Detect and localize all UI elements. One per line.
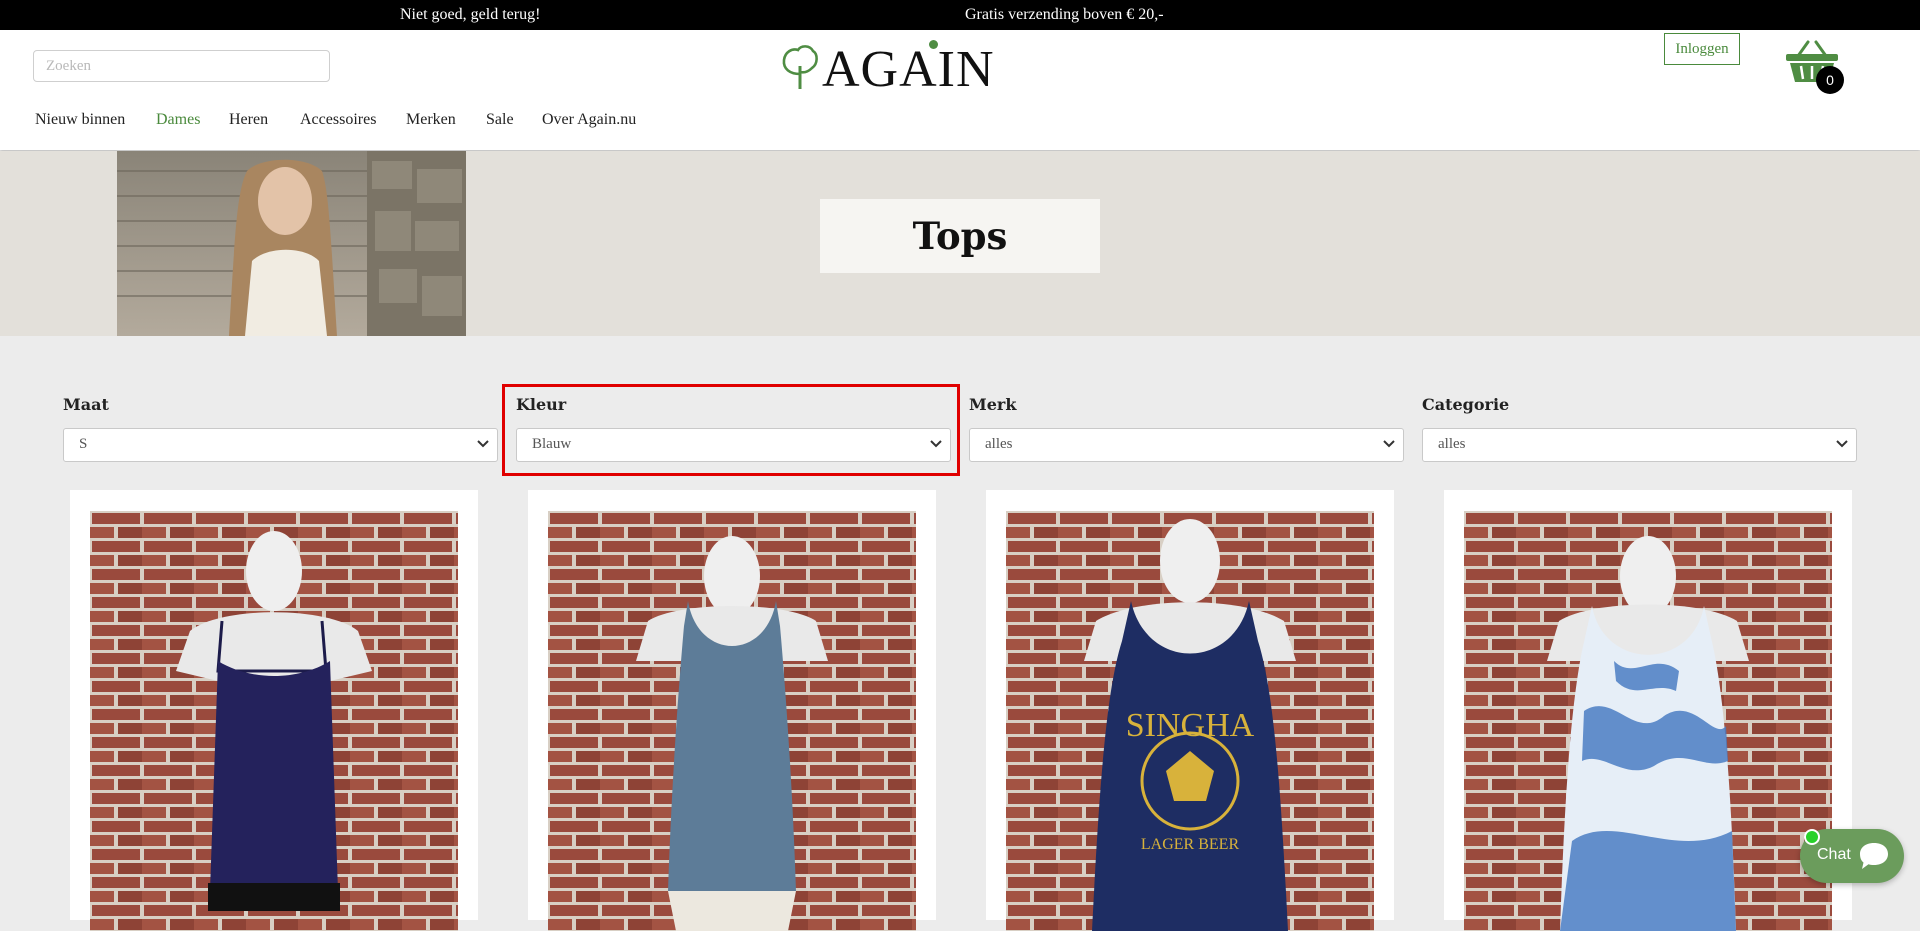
categorie-select[interactable]: alles <box>1422 428 1857 462</box>
nav-item-nieuw-binnen[interactable]: Nieuw binnen <box>35 111 125 129</box>
announcement-money-back: Niet goed, geld terug! <box>400 6 541 23</box>
announcement-free-shipping: Gratis verzending boven € 20,- <box>965 6 1164 23</box>
logo-dot <box>929 40 938 49</box>
search-input[interactable] <box>33 50 330 82</box>
nav-item-merken[interactable]: Merken <box>406 111 456 129</box>
maat-select[interactable]: S <box>63 428 498 462</box>
cart-button[interactable]: 0 <box>1784 40 1850 96</box>
filter-categorie: Categorie alles <box>1422 395 1857 462</box>
nav-item-over-again[interactable]: Over Again.nu <box>542 111 636 129</box>
nav-item-dames[interactable]: Dames <box>156 111 200 129</box>
filter-label-maat: Maat <box>63 395 109 414</box>
site-logo[interactable]: AGAIN <box>780 38 994 98</box>
page-title: Tops <box>912 214 1008 258</box>
svg-text:SINGHA: SINGHA <box>1126 707 1255 744</box>
tree-icon <box>782 45 818 89</box>
filter-merk: Merk alles <box>969 395 1404 462</box>
product-card[interactable] <box>1444 490 1852 931</box>
kleur-filter-highlight <box>502 384 960 476</box>
filter-label-merk: Merk <box>969 395 1017 414</box>
filter-label-categorie: Categorie <box>1422 395 1510 414</box>
chevron-down-icon <box>477 440 489 448</box>
merk-select[interactable]: alles <box>969 428 1404 462</box>
chat-label: Chat <box>1817 846 1851 863</box>
nav-item-sale[interactable]: Sale <box>486 111 514 129</box>
site-header: AGAIN Inloggen 0 Nieuw binnen Dames Here… <box>0 30 1920 150</box>
chevron-down-icon <box>1836 440 1848 448</box>
logo-wordmark: AGAIN <box>822 41 995 98</box>
product-card[interactable] <box>528 490 936 931</box>
product-image[interactable] <box>548 511 916 931</box>
hero-image <box>117 151 466 336</box>
maat-select-value: S <box>79 436 88 452</box>
product-card[interactable]: SINGHA LAGER BEER <box>986 490 1394 931</box>
merk-select-value: alles <box>985 436 1013 452</box>
chevron-down-icon <box>1383 440 1395 448</box>
product-image[interactable] <box>1464 511 1832 931</box>
svg-text:LAGER BEER: LAGER BEER <box>1141 836 1240 853</box>
announcement-bar: Niet goed, geld terug! Gratis verzending… <box>0 0 1920 30</box>
category-hero: Tops <box>0 151 1920 336</box>
product-image[interactable]: SINGHA LAGER BEER <box>1006 511 1374 931</box>
nav-item-heren[interactable]: Heren <box>229 111 268 129</box>
cart-count-badge: 0 <box>1816 66 1844 94</box>
login-button[interactable]: Inloggen <box>1664 33 1740 65</box>
online-status-dot <box>1804 829 1820 845</box>
product-card[interactable] <box>70 490 478 931</box>
nav-item-accessoires[interactable]: Accessoires <box>300 111 376 129</box>
filter-maat: Maat S <box>63 395 498 462</box>
chat-button[interactable]: Chat <box>1800 829 1904 883</box>
product-image[interactable] <box>90 511 458 931</box>
chat-bubble-icon <box>1860 843 1888 869</box>
categorie-select-value: alles <box>1438 436 1466 452</box>
category-title-box: Tops <box>820 199 1100 273</box>
